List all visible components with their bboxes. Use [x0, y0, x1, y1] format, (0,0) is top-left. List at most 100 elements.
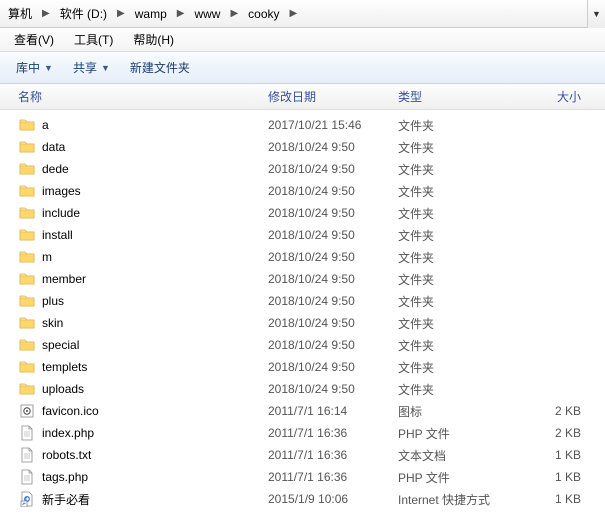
- breadcrumb-dropdown[interactable]: ▼: [587, 0, 605, 28]
- chevron-right-icon[interactable]: ▶: [286, 8, 302, 19]
- file-row[interactable]: special2018/10/24 9:50文件夹: [0, 334, 605, 356]
- file-type: PHP 文件: [398, 469, 528, 486]
- crumb-1[interactable]: 软件 (D:): [54, 0, 113, 27]
- file-type: 文件夹: [398, 227, 528, 244]
- file-name: skin: [42, 316, 63, 330]
- file-row[interactable]: templets2018/10/24 9:50文件夹: [0, 356, 605, 378]
- chevron-right-icon[interactable]: ▶: [113, 8, 129, 19]
- menubar: 查看(V) 工具(T) 帮助(H): [0, 28, 605, 52]
- file-size: 2 KB: [528, 426, 605, 440]
- column-name[interactable]: 名称: [18, 88, 268, 105]
- column-headers: 名称 修改日期 类型 大小: [0, 84, 605, 110]
- menu-view[interactable]: 查看(V): [4, 31, 64, 48]
- file-icon: [18, 469, 36, 485]
- column-date[interactable]: 修改日期: [268, 88, 398, 105]
- chevron-down-icon: ▼: [101, 63, 110, 73]
- chevron-right-icon[interactable]: ▶: [173, 8, 189, 19]
- file-row[interactable]: dede2018/10/24 9:50文件夹: [0, 158, 605, 180]
- folder-icon: [18, 315, 36, 331]
- file-name-cell: robots.txt: [18, 447, 268, 463]
- file-name-cell: images: [18, 183, 268, 199]
- file-row[interactable]: include2018/10/24 9:50文件夹: [0, 202, 605, 224]
- file-name: member: [42, 272, 86, 286]
- file-type: 文件夹: [398, 249, 528, 266]
- include-in-library-button[interactable]: 库中 ▼: [6, 52, 63, 83]
- file-row[interactable]: skin2018/10/24 9:50文件夹: [0, 312, 605, 334]
- new-folder-button[interactable]: 新建文件夹: [120, 52, 200, 83]
- file-date: 2018/10/24 9:50: [268, 140, 398, 154]
- folder-icon: [18, 227, 36, 243]
- breadcrumb[interactable]: 算机 ▶ 软件 (D:) ▶ wamp ▶ www ▶ cooky ▶ ▼: [0, 0, 605, 28]
- crumb-label: 算机: [8, 5, 32, 22]
- file-name-cell: include: [18, 205, 268, 221]
- file-name-cell: 新手必看: [18, 491, 268, 508]
- file-date: 2018/10/24 9:50: [268, 382, 398, 396]
- file-type: 文本文档: [398, 447, 528, 464]
- toolbar-newfolder-label: 新建文件夹: [130, 59, 190, 76]
- file-type: 文件夹: [398, 117, 528, 134]
- file-name: uploads: [42, 382, 84, 396]
- file-icon: [18, 425, 36, 441]
- file-type: 文件夹: [398, 293, 528, 310]
- crumb-3[interactable]: www: [188, 0, 226, 27]
- file-row[interactable]: a2017/10/21 15:46文件夹: [0, 114, 605, 136]
- file-row[interactable]: tags.php2011/7/1 16:36PHP 文件1 KB: [0, 466, 605, 488]
- folder-icon: [18, 161, 36, 177]
- file-name: favicon.ico: [42, 404, 99, 418]
- file-row[interactable]: images2018/10/24 9:50文件夹: [0, 180, 605, 202]
- menu-tools[interactable]: 工具(T): [64, 31, 123, 48]
- share-button[interactable]: 共享 ▼: [63, 52, 120, 83]
- file-icon: [18, 447, 36, 463]
- file-type: 图标: [398, 403, 528, 420]
- toolbar-share-label: 共享: [73, 59, 97, 76]
- folder-icon: [18, 359, 36, 375]
- file-row[interactable]: index.php2011/7/1 16:36PHP 文件2 KB: [0, 422, 605, 444]
- file-row[interactable]: 新手必看2015/1/9 10:06Internet 快捷方式1 KB: [0, 488, 605, 510]
- menu-help[interactable]: 帮助(H): [123, 31, 184, 48]
- file-name-cell: a: [18, 117, 268, 133]
- shortcut-icon: [18, 491, 36, 507]
- file-name: images: [42, 184, 81, 198]
- column-type[interactable]: 类型: [398, 88, 528, 105]
- file-row[interactable]: member 2018/10/24 9:50文件夹: [0, 268, 605, 290]
- folder-icon: [18, 117, 36, 133]
- file-name: index.php: [42, 426, 94, 440]
- file-name: dede: [42, 162, 69, 176]
- chevron-right-icon[interactable]: ▶: [226, 8, 242, 19]
- crumb-2[interactable]: wamp: [129, 0, 173, 27]
- file-name-cell: data: [18, 139, 268, 155]
- file-row[interactable]: favicon.ico2011/7/1 16:14图标2 KB: [0, 400, 605, 422]
- chevron-right-icon[interactable]: ▶: [38, 8, 54, 19]
- file-date: 2018/10/24 9:50: [268, 294, 398, 308]
- file-name-cell: templets: [18, 359, 268, 375]
- folder-icon: [18, 249, 36, 265]
- file-name: plus: [42, 294, 64, 308]
- chevron-down-icon: ▼: [592, 9, 601, 19]
- file-row[interactable]: install2018/10/24 9:50文件夹: [0, 224, 605, 246]
- file-row[interactable]: m2018/10/24 9:50文件夹: [0, 246, 605, 268]
- file-size: 1 KB: [528, 492, 605, 506]
- file-name-cell: tags.php: [18, 469, 268, 485]
- file-name-cell: dede: [18, 161, 268, 177]
- file-type: 文件夹: [398, 315, 528, 332]
- file-row[interactable]: uploads2018/10/24 9:50文件夹: [0, 378, 605, 400]
- folder-icon: [18, 205, 36, 221]
- file-row[interactable]: plus 2018/10/24 9:50文件夹: [0, 290, 605, 312]
- file-type: Internet 快捷方式: [398, 491, 528, 508]
- crumb-4[interactable]: cooky: [242, 0, 285, 27]
- file-date: 2018/10/24 9:50: [268, 272, 398, 286]
- file-row[interactable]: robots.txt2011/7/1 16:36文本文档1 KB: [0, 444, 605, 466]
- column-size[interactable]: 大小: [528, 88, 605, 105]
- file-date: 2011/7/1 16:36: [268, 470, 398, 484]
- file-name-cell: favicon.ico: [18, 403, 268, 419]
- file-date: 2018/10/24 9:50: [268, 250, 398, 264]
- toolbar-library-label: 库中: [16, 59, 40, 76]
- folder-icon: [18, 183, 36, 199]
- file-date: 2017/10/21 15:46: [268, 118, 398, 132]
- file-row[interactable]: data2018/10/24 9:50文件夹: [0, 136, 605, 158]
- folder-icon: [18, 293, 36, 309]
- file-type: 文件夹: [398, 271, 528, 288]
- file-size: 1 KB: [528, 470, 605, 484]
- file-type: 文件夹: [398, 205, 528, 222]
- crumb-0[interactable]: 算机: [2, 0, 38, 27]
